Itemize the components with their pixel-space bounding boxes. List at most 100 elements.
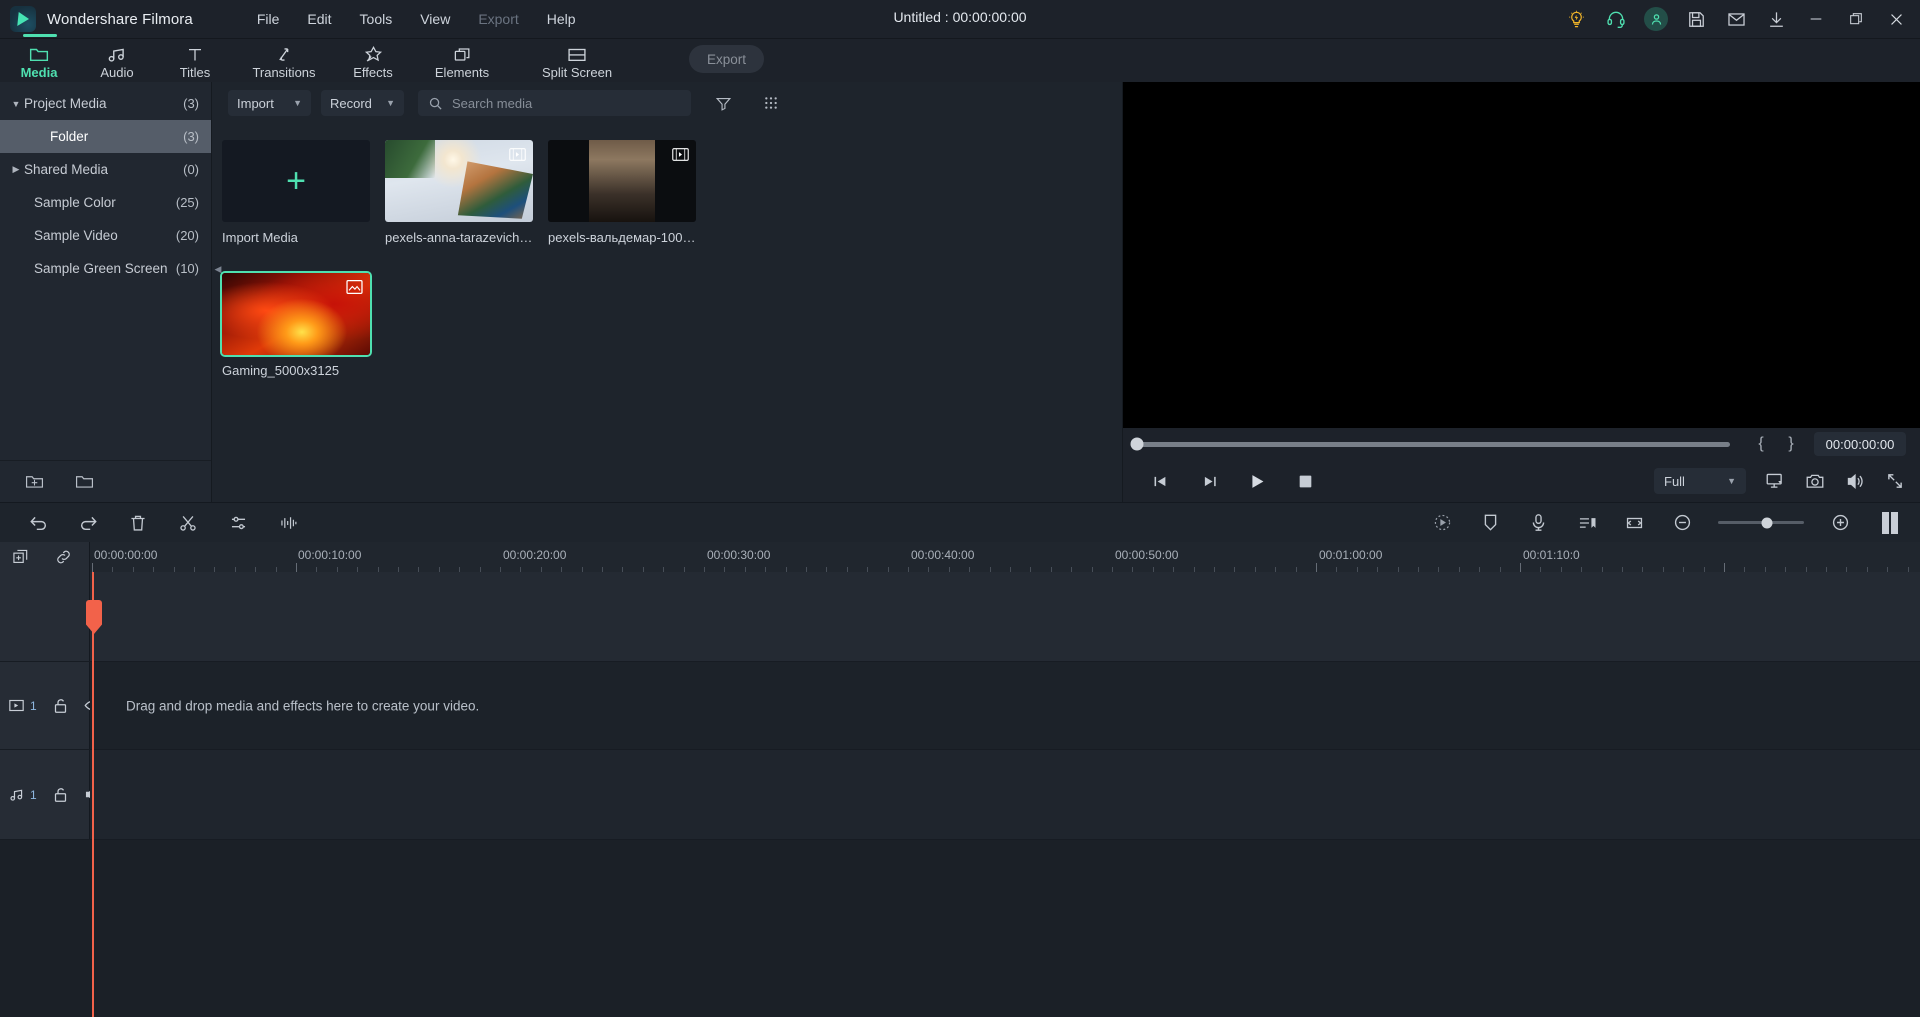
sidebar-count: (0) [183,162,199,177]
media-thumbnail[interactable] [548,140,696,222]
preview-canvas[interactable] [1122,82,1920,428]
resolution-dropdown[interactable]: Full ▼ [1654,468,1746,494]
close-icon[interactable] [1876,0,1916,39]
tab-transitions[interactable]: Transitions [234,39,334,82]
ruler-major-tick [296,563,297,572]
import-dropdown[interactable]: Import ▼ [228,90,311,116]
menu-edit[interactable]: Edit [293,7,345,31]
account-avatar-icon[interactable] [1636,0,1676,39]
link-clips-icon[interactable] [55,549,72,566]
menu-help[interactable]: Help [533,7,590,31]
sidebar-item-shared-media[interactable]: ▶ Shared Media (0) [0,153,211,186]
add-track-icon[interactable] [12,549,29,566]
timeline-track-video-1[interactable] [0,572,1920,662]
video-track-number: 1 [30,698,37,713]
timeline-end-marker-icon[interactable] [1882,511,1908,534]
chevron-down-icon[interactable]: ▼ [8,99,24,109]
sidebar-item-project-media[interactable]: ▼ Project Media (3) [0,87,211,120]
delete-trash-icon[interactable] [126,511,150,535]
download-icon[interactable] [1756,0,1796,39]
track-lane-audio-1[interactable] [90,750,1920,839]
search-input[interactable]: Search media [418,90,691,116]
mark-in-button[interactable]: { [1746,435,1776,453]
next-frame-button[interactable] [1199,470,1221,492]
new-folder-icon[interactable] [22,470,46,494]
sidebar-count: (25) [175,195,199,210]
mask-shield-icon[interactable] [1478,511,1502,535]
maximize-icon[interactable] [1836,0,1876,39]
fit-timeline-icon[interactable] [1622,511,1646,535]
timeline-zoom-slider[interactable] [1718,517,1804,528]
middle-row: ▼ Project Media (3) Folder (3) ▶ Shared … [0,82,1920,502]
sidebar-item-sample-color[interactable]: Sample Color (25) [0,186,211,219]
volume-icon[interactable] [1844,470,1866,492]
tab-audio[interactable]: Audio [78,39,156,82]
snapshot-camera-icon[interactable] [1804,470,1826,492]
split-scissors-icon[interactable] [176,511,200,535]
sidebar-item-folder[interactable]: Folder (3) [0,120,211,153]
tab-effects[interactable]: Effects [334,39,412,82]
seek-slider[interactable] [1130,437,1730,451]
tips-bulb-icon[interactable] [1556,0,1596,39]
redo-icon[interactable] [76,511,100,535]
menu-tools[interactable]: Tools [346,7,407,31]
chevron-right-icon[interactable]: ▶ [8,164,24,175]
import-media-thumb[interactable]: + [222,140,370,222]
menu-file[interactable]: File [243,7,294,31]
track-header-video-1-controls: 1 [0,662,101,749]
filter-funnel-icon[interactable] [711,91,735,115]
zoom-in-icon[interactable] [1828,511,1852,535]
minimize-icon[interactable] [1796,0,1836,39]
media-browser: Import ▼ Record ▼ Search media + Import … [212,82,1123,502]
timeline-track-video-1-main[interactable]: 1 Drag and drop media and effects here t… [0,662,1920,750]
sidebar-label: Sample Green Screen [34,261,168,276]
sidebar-count: (20) [175,228,199,243]
marker-list-icon[interactable] [1574,511,1598,535]
timeline-zoom-handle[interactable] [1761,517,1773,528]
media-thumbnail[interactable] [220,271,372,357]
unlock-icon[interactable] [53,697,68,714]
timeline-ruler[interactable]: 00:00:00:00 00:00:10:00 00:00:20:00 00:0… [90,542,1920,572]
grid-view-icon[interactable] [759,91,783,115]
track-lane-video-1-main[interactable]: Drag and drop media and effects here to … [90,662,1920,749]
undo-icon[interactable] [26,511,50,535]
open-folder-icon[interactable] [72,470,96,494]
mark-out-button[interactable]: } [1776,435,1806,453]
feedback-mail-icon[interactable] [1716,0,1756,39]
export-button[interactable]: Export [689,45,764,73]
tab-split-screen[interactable]: Split Screen [512,39,642,82]
chevron-down-icon: ▼ [293,98,302,108]
sidebar-item-sample-green-screen[interactable]: Sample Green Screen (10) [0,252,211,285]
seek-handle[interactable] [1130,437,1143,451]
motion-tracking-icon[interactable] [1430,511,1454,535]
import-media-cell[interactable]: + Import Media [222,140,370,245]
player-timecode[interactable]: 00:00:00:00 [1814,432,1906,456]
track-lane-video-1[interactable] [90,572,1920,661]
save-icon[interactable] [1676,0,1716,39]
tab-elements[interactable]: Elements [412,39,512,82]
zoom-out-icon[interactable] [1670,511,1694,535]
timeline-track-audio-1[interactable]: 1 [0,750,1920,840]
sidebar-item-sample-video[interactable]: Sample Video (20) [0,219,211,252]
support-headset-icon[interactable] [1596,0,1636,39]
record-dropdown[interactable]: Record ▼ [321,90,404,116]
stop-button[interactable] [1295,470,1317,492]
play-button[interactable] [1247,470,1269,492]
previous-frame-button[interactable] [1151,470,1173,492]
voiceover-mic-icon[interactable] [1526,511,1550,535]
media-thumbnail[interactable] [385,140,533,222]
audio-track-number: 1 [30,787,37,802]
media-item-cell[interactable]: pexels-вальдемар-10026... [548,140,698,245]
playhead[interactable] [86,572,102,1017]
player-controls: Full ▼ [1122,460,1920,502]
menu-view[interactable]: View [406,7,464,31]
display-settings-icon[interactable] [1764,470,1786,492]
unlock-icon[interactable] [53,786,68,803]
media-item-cell[interactable]: pexels-anna-tarazevich-6... [385,140,535,245]
tab-titles[interactable]: Titles [156,39,234,82]
color-adjust-icon[interactable] [226,511,250,535]
tab-media[interactable]: Media [0,34,78,82]
audio-waveform-icon[interactable] [276,511,300,535]
media-item-cell-selected[interactable]: Gaming_5000x3125 [220,271,372,378]
fullscreen-icon[interactable] [1884,470,1906,492]
